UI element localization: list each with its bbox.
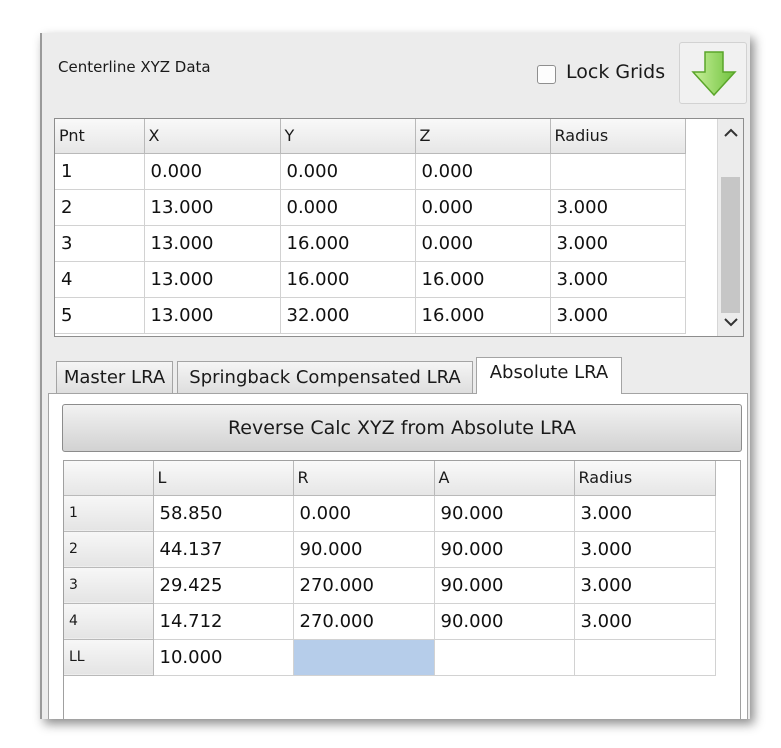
z-cell[interactable]: 0.000 [415, 153, 551, 190]
table-row: 5 13.000 32.000 16.000 3.000 [55, 297, 686, 334]
column-header-radius[interactable]: Radius [574, 461, 716, 496]
column-header-pnt[interactable]: Pnt [55, 119, 145, 154]
tab-springback-compensated-lra[interactable]: Springback Compensated LRA [177, 361, 473, 393]
y-cell[interactable]: 0.000 [280, 189, 416, 226]
lock-grids-label[interactable]: Lock Grids [566, 61, 665, 83]
table-row: LL 10.000 [64, 639, 716, 676]
pnt-cell[interactable]: 2 [55, 189, 145, 226]
radius-cell[interactable]: 3.000 [574, 603, 716, 640]
radius-cell[interactable]: 3.000 [574, 567, 716, 604]
radius-cell[interactable] [574, 639, 716, 676]
r-cell[interactable]: 270.000 [293, 567, 435, 604]
scroll-down-arrow-icon[interactable] [718, 310, 743, 334]
row-header[interactable]: 3 [64, 567, 154, 604]
table-row: 2 13.000 0.000 0.000 3.000 [55, 189, 686, 226]
a-cell[interactable] [434, 639, 575, 676]
table-row: 1 58.850 0.000 90.000 3.000 [64, 495, 716, 532]
a-cell[interactable]: 90.000 [434, 495, 575, 532]
column-header-x[interactable]: X [144, 119, 281, 154]
l-cell[interactable]: 29.425 [153, 567, 294, 604]
a-cell[interactable]: 90.000 [434, 531, 575, 568]
radius-cell[interactable]: 3.000 [574, 495, 716, 532]
table-row: 4 14.712 270.000 90.000 3.000 [64, 603, 716, 640]
lock-grids-checkbox[interactable] [537, 65, 556, 84]
pnt-cell[interactable]: 4 [55, 261, 145, 298]
row-header[interactable]: 4 [64, 603, 154, 640]
column-header-radius[interactable]: Radius [550, 119, 686, 154]
y-cell[interactable]: 16.000 [280, 261, 416, 298]
tab-master-lra[interactable]: Master LRA [56, 361, 173, 393]
r-cell[interactable]: 0.000 [293, 495, 435, 532]
lra-window: Centerline XYZ Data Lock Grids Pnt X Y Z… [40, 33, 750, 719]
l-cell[interactable]: 10.000 [153, 639, 294, 676]
z-cell[interactable]: 0.000 [415, 189, 551, 226]
row-header[interactable]: 2 [64, 531, 154, 568]
pnt-cell[interactable]: 5 [55, 297, 145, 334]
xyz-table: Pnt X Y Z Radius 1 0.000 0.000 0.000 2 1… [55, 119, 686, 334]
l-cell[interactable]: 58.850 [153, 495, 294, 532]
x-cell[interactable]: 0.000 [144, 153, 281, 190]
radius-cell[interactable] [550, 153, 686, 190]
r-cell[interactable]: 270.000 [293, 603, 435, 640]
table-row: 3 13.000 16.000 0.000 3.000 [55, 225, 686, 262]
corner-header[interactable] [64, 461, 154, 496]
lra-table: L R A Radius 1 58.850 0.000 90.000 3.000 [64, 461, 716, 676]
radius-cell[interactable]: 3.000 [550, 261, 686, 298]
radius-cell[interactable]: 3.000 [550, 189, 686, 226]
centerline-xyz-grid[interactable]: Pnt X Y Z Radius 1 0.000 0.000 0.000 2 1… [54, 118, 744, 337]
x-cell[interactable]: 13.000 [144, 189, 281, 226]
move-down-button[interactable] [679, 42, 747, 104]
r-cell[interactable]: 90.000 [293, 531, 435, 568]
pnt-cell[interactable]: 3 [55, 225, 145, 262]
tab-absolute-lra[interactable]: Absolute LRA [476, 357, 622, 394]
scrollbar-thumb[interactable] [721, 177, 740, 313]
green-down-arrow-icon [691, 51, 737, 97]
panel-title: Centerline XYZ Data [58, 58, 211, 76]
table-row: 3 29.425 270.000 90.000 3.000 [64, 567, 716, 604]
reverse-calc-button[interactable]: Reverse Calc XYZ from Absolute LRA [62, 404, 742, 452]
table-row: 4 13.000 16.000 16.000 3.000 [55, 261, 686, 298]
absolute-lra-grid[interactable]: L R A Radius 1 58.850 0.000 90.000 3.000 [63, 460, 741, 719]
a-cell[interactable]: 90.000 [434, 603, 575, 640]
pnt-cell[interactable]: 1 [55, 153, 145, 190]
z-cell[interactable]: 16.000 [415, 297, 551, 334]
y-cell[interactable]: 32.000 [280, 297, 416, 334]
x-cell[interactable]: 13.000 [144, 297, 281, 334]
l-cell[interactable]: 14.712 [153, 603, 294, 640]
centerline-panel: Centerline XYZ Data Lock Grids Pnt X Y Z… [42, 33, 750, 349]
x-cell[interactable]: 13.000 [144, 225, 281, 262]
vertical-scrollbar[interactable] [717, 119, 743, 336]
y-cell[interactable]: 16.000 [280, 225, 416, 262]
a-cell[interactable]: 90.000 [434, 567, 575, 604]
absolute-lra-panel: Reverse Calc XYZ from Absolute LRA L R A… [48, 393, 748, 719]
radius-cell[interactable]: 3.000 [574, 531, 716, 568]
column-header-a[interactable]: A [434, 461, 575, 496]
column-header-z[interactable]: Z [415, 119, 551, 154]
z-cell[interactable]: 0.000 [415, 225, 551, 262]
column-header-r[interactable]: R [293, 461, 435, 496]
lra-tab-bar: Master LRA Springback Compensated LRA Ab… [42, 357, 750, 395]
row-header[interactable]: LL [64, 639, 154, 676]
radius-cell[interactable]: 3.000 [550, 297, 686, 334]
row-header[interactable]: 1 [64, 495, 154, 532]
column-header-l[interactable]: L [153, 461, 294, 496]
radius-cell[interactable]: 3.000 [550, 225, 686, 262]
r-cell-selected[interactable] [293, 639, 435, 676]
l-cell[interactable]: 44.137 [153, 531, 294, 568]
y-cell[interactable]: 0.000 [280, 153, 416, 190]
x-cell[interactable]: 13.000 [144, 261, 281, 298]
table-row: 2 44.137 90.000 90.000 3.000 [64, 531, 716, 568]
table-row: 1 0.000 0.000 0.000 [55, 153, 686, 190]
column-header-y[interactable]: Y [280, 119, 416, 154]
z-cell[interactable]: 16.000 [415, 261, 551, 298]
scroll-up-arrow-icon[interactable] [718, 121, 743, 145]
